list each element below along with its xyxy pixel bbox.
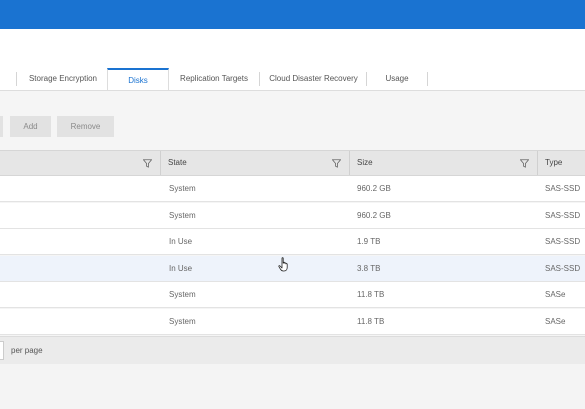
per-page-label: per page — [11, 346, 43, 355]
column-header-state[interactable]: State — [168, 151, 318, 175]
type-cell: SAS-SSD — [545, 184, 581, 193]
toolbar-button-offscreen[interactable] — [0, 116, 3, 137]
state-cell: System — [169, 317, 196, 326]
type-cell: SAS-SSD — [545, 264, 581, 273]
column-divider — [537, 151, 538, 175]
tab-usage[interactable]: Usage — [368, 68, 426, 90]
add-button[interactable]: Add — [10, 116, 51, 137]
type-cell: SAS-SSD — [545, 211, 581, 220]
tab-label: Usage — [385, 74, 409, 83]
tab-label: Cloud Disaster Recovery — [269, 74, 358, 83]
tab-label: Disks — [128, 76, 148, 85]
tab-cloud-disaster-recovery[interactable]: Cloud Disaster Recovery — [262, 68, 365, 90]
tab-replication-targets[interactable]: Replication Targets — [170, 68, 258, 90]
size-cell: 11.8 TB — [357, 290, 385, 299]
table-row-highlighted[interactable]: In Use 3.8 TB SAS-SSD — [0, 256, 585, 282]
state-cell: In Use — [169, 264, 193, 273]
type-cell: SASe — [545, 317, 566, 326]
state-cell: System — [169, 290, 196, 299]
column-header-size[interactable]: Size — [357, 151, 507, 175]
tab-divider — [16, 72, 17, 86]
tab-label: Storage Encryption — [28, 74, 98, 83]
size-cell: 3.8 TB — [357, 264, 381, 273]
tab-disks[interactable]: Disks — [107, 68, 169, 91]
remove-button[interactable]: Remove — [57, 116, 114, 137]
size-cell: 960.2 GB — [357, 211, 391, 220]
state-cell: In Use — [169, 237, 193, 246]
app-header-bar — [0, 0, 585, 29]
tab-label: Replication Targets — [180, 74, 248, 83]
state-cell: System — [169, 184, 196, 193]
size-cell: 1.9 TB — [357, 237, 381, 246]
tab-divider — [259, 72, 260, 86]
size-cell: 960.2 GB — [357, 184, 391, 193]
filter-icon[interactable] — [332, 159, 341, 168]
filter-icon[interactable] — [520, 159, 529, 168]
table-pager: per page — [0, 336, 585, 364]
table-row[interactable]: System 960.2 GB SAS-SSD — [0, 176, 585, 202]
table-row[interactable]: System 11.8 TB SASe — [0, 282, 585, 308]
state-cell: System — [169, 211, 196, 220]
page-size-select[interactable] — [0, 341, 4, 360]
table-header: State Size Type — [0, 150, 585, 176]
column-divider — [160, 151, 161, 175]
tab-divider — [427, 72, 428, 86]
table-row[interactable]: System 960.2 GB SAS-SSD — [0, 203, 585, 229]
table-row[interactable]: System 11.8 TB SASe — [0, 309, 585, 335]
tab-storage-encryption[interactable]: Storage Encryption — [20, 68, 106, 90]
type-cell: SAS-SSD — [545, 237, 581, 246]
tab-divider — [366, 72, 367, 86]
filter-icon[interactable] — [143, 159, 152, 168]
tab-bar: Storage Encryption Disks Replication Tar… — [0, 68, 585, 91]
table-row[interactable]: In Use 1.9 TB SAS-SSD — [0, 229, 585, 255]
type-cell: SASe — [545, 290, 566, 299]
column-header-name[interactable] — [0, 151, 160, 175]
hand-cursor-icon — [278, 257, 288, 272]
size-cell: 11.8 TB — [357, 317, 385, 326]
disk-toolbar: Add Remove — [0, 103, 585, 143]
column-header-type[interactable]: Type — [545, 151, 585, 175]
column-divider — [349, 151, 350, 175]
